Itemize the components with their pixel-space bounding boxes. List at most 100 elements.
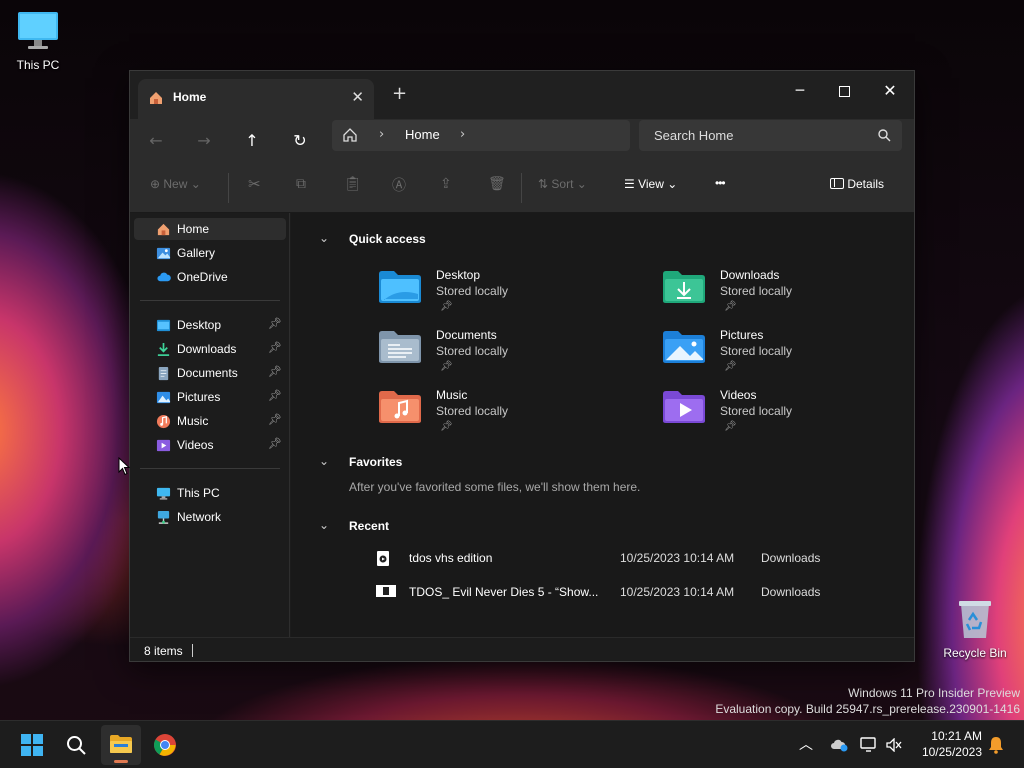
sidebar-item-documents[interactable]: Documents 📌︎ [134, 362, 286, 384]
picture-icon [156, 391, 171, 404]
sidebar-item-downloads[interactable]: Downloads 📌︎ [134, 338, 286, 360]
network-status-icon[interactable] [860, 737, 878, 753]
quick-access-item-videos[interactable]: Videos Stored locally 📌︎ [662, 388, 892, 440]
quick-access-item-documents[interactable]: Documents Stored locally 📌︎ [378, 328, 608, 380]
view-button[interactable]: ☰ View ⌄ [624, 177, 677, 191]
delete-button[interactable]: 🗑︎ [488, 175, 506, 192]
start-button[interactable] [12, 725, 52, 765]
sort-button[interactable]: ⇅ Sort ⌄ [538, 177, 587, 191]
computer-icon [18, 12, 58, 49]
sidebar-item-label: Desktop [177, 318, 222, 332]
desktop-icon-label: Recycle Bin [943, 646, 1007, 660]
more-options-button[interactable]: ••• [715, 176, 726, 190]
sidebar-item-label: Home [177, 222, 210, 236]
section-header-favorites[interactable]: ⌄ Favorites [319, 454, 402, 469]
favorites-empty-message: After you've favorited some files, we'll… [349, 480, 641, 494]
watermark-line: Windows 11 Pro Insider Preview [848, 686, 1020, 700]
close-button[interactable]: ✕ [868, 77, 912, 105]
breadcrumb[interactable]: Home [405, 127, 440, 142]
sidebar-item-label: Gallery [177, 246, 216, 260]
home-icon [157, 223, 170, 236]
item-name: Videos [720, 388, 757, 402]
cloud-icon [157, 272, 171, 282]
view-label: View [638, 177, 664, 191]
pin-icon: 📌︎ [440, 421, 453, 432]
tab-home[interactable]: Home ✕ [138, 79, 374, 119]
item-name: Documents [436, 328, 497, 342]
search-taskbar-button[interactable] [56, 725, 96, 765]
paste-button[interactable]: 📋︎ [344, 175, 362, 192]
clock[interactable]: 10:21 AM 10/25/2023 [912, 728, 982, 760]
volume-muted-icon[interactable] [886, 738, 902, 752]
sidebar-item-pictures[interactable]: Pictures 📌︎ [134, 386, 286, 408]
rename-button[interactable]: Ⓐ [392, 175, 406, 195]
file-name: TDOS_ Evil Never Dies 5 - “Show... [409, 585, 599, 599]
video-icon [156, 439, 171, 452]
search-icon [67, 736, 86, 755]
cut-button[interactable]: ✂ [248, 175, 261, 193]
search-box[interactable]: Search Home [639, 120, 902, 151]
new-tab-button[interactable]: + [392, 83, 407, 104]
clock-time: 10:21 AM [931, 729, 982, 743]
sidebar-item-desktop[interactable]: Desktop 📌︎ [134, 314, 286, 336]
sidebar-item-gallery[interactable]: Gallery [134, 242, 286, 264]
network-icon [157, 510, 170, 524]
minimize-button[interactable]: ─ [778, 77, 822, 105]
quick-access-item-desktop[interactable]: Desktop Stored locally 📌︎ [378, 268, 608, 320]
desktop-icon-this-pc[interactable]: This PC [0, 10, 76, 72]
recent-file-row[interactable]: tdos vhs edition 10/25/2023 10:14 AM Dow… [371, 548, 831, 570]
sidebar-item-music[interactable]: Music 📌︎ [134, 410, 286, 432]
section-header-recent[interactable]: ⌄ Recent [319, 518, 390, 533]
home-outline-icon [343, 128, 357, 142]
recent-file-row[interactable]: TDOS_ Evil Never Dies 5 - “Show... 10/25… [371, 582, 831, 604]
pin-icon: 📌︎ [268, 437, 282, 450]
desktop-icon-recycle-bin[interactable]: Recycle Bin [937, 598, 1013, 660]
up-button[interactable]: ↑ [238, 127, 266, 155]
file-explorer-taskbar-button[interactable] [101, 725, 141, 765]
image-file-icon [376, 585, 396, 597]
forward-button[interactable]: → [190, 127, 218, 155]
chevron-right-icon[interactable]: › [460, 127, 465, 142]
sidebar-item-home[interactable]: Home [134, 218, 286, 240]
quick-access-item-pictures[interactable]: Pictures Stored locally 📌︎ [662, 328, 892, 380]
divider [140, 300, 280, 301]
section-title: Recent [349, 519, 390, 533]
sidebar-item-network[interactable]: Network [134, 506, 286, 528]
chevron-down-icon: ⌄ [319, 518, 330, 532]
sidebar-item-videos[interactable]: Videos 📌︎ [134, 434, 286, 456]
item-name: Desktop [436, 268, 481, 282]
search-input[interactable]: Search Home [654, 128, 733, 143]
file-location: Downloads [761, 551, 821, 565]
sidebar-item-onedrive[interactable]: OneDrive [134, 266, 286, 288]
sidebar-item-this-pc[interactable]: This PC [134, 482, 286, 504]
sidebar-item-label: OneDrive [177, 270, 228, 284]
item-count: 8 items [144, 644, 183, 658]
download-icon [157, 342, 170, 356]
video-file-icon [377, 551, 389, 566]
sidebar-item-label: This PC [177, 486, 220, 500]
back-button[interactable]: ← [142, 127, 170, 155]
quick-access-item-downloads[interactable]: Downloads Stored locally 📌︎ [662, 268, 892, 320]
close-tab-icon[interactable]: ✕ [351, 88, 364, 106]
share-button[interactable]: ⇪ [440, 175, 452, 192]
quick-access-item-music[interactable]: Music Stored locally 📌︎ [378, 388, 608, 440]
taskbar: ︿ 10:21 AM 10/25/2023 [0, 720, 1024, 768]
chrome-taskbar-button[interactable] [145, 725, 185, 765]
pin-icon: 📌︎ [724, 361, 737, 372]
refresh-button[interactable]: ↻ [286, 127, 314, 155]
address-bar[interactable]: › Home › [332, 120, 630, 151]
sidebar-item-label: Downloads [177, 342, 237, 356]
desktop-folder-icon [156, 319, 171, 332]
section-header-quick-access[interactable]: ⌄ Quick access [319, 231, 426, 246]
new-button[interactable]: ⊕ New ⌄ [150, 177, 201, 191]
details-button[interactable]: Details [830, 177, 884, 191]
file-explorer-window: Home ✕ + ─ ✕ ← → ↑ ↻ › Home › Search Hom… [129, 70, 915, 662]
maximize-button[interactable] [822, 77, 866, 105]
onedrive-status-icon[interactable] [830, 738, 848, 752]
notification-bell-icon[interactable] [988, 736, 1004, 754]
pictures-folder-icon [663, 331, 705, 363]
copy-button[interactable]: ⧉ [296, 175, 306, 192]
status-divider [192, 644, 193, 657]
downloads-folder-icon [663, 271, 705, 303]
show-hidden-icons-chevron-icon[interactable]: ︿ [799, 734, 813, 754]
